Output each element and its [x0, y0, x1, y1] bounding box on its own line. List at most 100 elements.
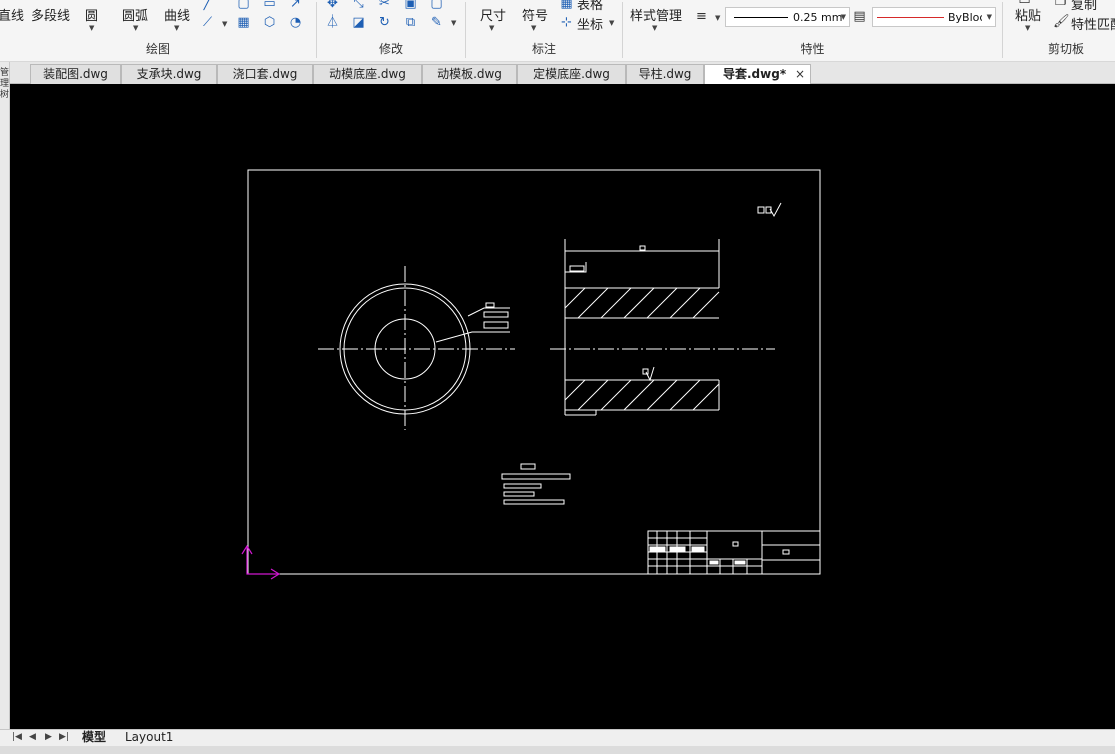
tab-guide-bushing[interactable]: 导套.dwg* ×: [704, 64, 811, 85]
tab-label: 导柱.dwg: [638, 67, 692, 81]
tab-label: 动模板.dwg: [437, 67, 502, 81]
polyline-button[interactable]: 多段线: [31, 5, 70, 24]
management-tree-label: 管理树: [0, 68, 10, 100]
dimension-dropdown-arrow[interactable]: ▼: [489, 24, 494, 32]
block-icon[interactable]: ▭: [262, 0, 277, 11]
coordinate-button[interactable]: 坐标: [577, 14, 603, 33]
ribbon-toolbar: 直线 多段线 圆 ▼ 圆弧 ▼ 曲线 ▼ ╱ ⟋ ▼ ▢ ▦ ▭ ⬡ ↗ ◔ 绘…: [0, 0, 1115, 62]
tab-assembly-drawing[interactable]: 装配图.dwg: [30, 64, 121, 84]
pencil-icon[interactable]: ╱: [200, 0, 215, 11]
ribbon-group-modify: ✥ ⏃ ⤡ ◪ ✂ ↻ ▣ ⧉ ▢ ✎ ▼ 修改: [317, 0, 465, 61]
style-manager-dropdown-arrow[interactable]: ▼: [652, 24, 657, 32]
color-dropdown-arrow: ▼: [986, 13, 992, 21]
curve-button[interactable]: 曲线: [164, 5, 190, 24]
properties-group-label: 特性: [800, 42, 825, 56]
ribbon-group-annotate: 尺寸 ▼ 符号 ▼ ▦ 表格 ⊹ 坐标 ▼ 标注: [466, 0, 622, 61]
title-block: [647, 530, 821, 575]
draw-group-label: 绘图: [145, 42, 170, 56]
circle-button[interactable]: 圆: [85, 5, 98, 24]
cad-application-window: 直线 多段线 圆 ▼ 圆弧 ▼ 曲线 ▼ ╱ ⟋ ▼ ▢ ▦ ▭ ⬡ ↗ ◔ 绘…: [0, 0, 1115, 754]
management-tree-strip[interactable]: 管理树: [0, 62, 10, 730]
lineweight-dropdown[interactable]: 0.25 mm ▼: [725, 7, 850, 27]
tab-label: 动模底座.dwg: [329, 67, 406, 81]
tab-layout1[interactable]: Layout1: [125, 730, 173, 746]
stretch-icon[interactable]: ◪: [351, 15, 366, 30]
lineweight-value: 0.25 mm: [793, 11, 843, 24]
coordinate-icon[interactable]: ⊹: [559, 15, 574, 30]
status-bar: [0, 746, 1115, 754]
ribbon-group-properties: 样式管理 ▼ ≡ ▼ 0.25 mm ▼ ▤ ByBlock ▼ 特性: [623, 0, 1002, 61]
trim-icon[interactable]: ✂: [377, 0, 392, 11]
next-layout-icon[interactable]: ▶: [45, 732, 52, 742]
tab-label: 导套.dwg*: [723, 67, 787, 81]
copy-icon[interactable]: ❐: [1053, 0, 1068, 9]
curve-dropdown-arrow[interactable]: ▼: [174, 24, 179, 32]
close-icon[interactable]: ×: [795, 65, 805, 84]
modify-group-label: 修改: [378, 42, 403, 56]
linetype-dropdown-arrow[interactable]: ▼: [715, 14, 720, 22]
previous-layout-icon[interactable]: ◀: [29, 732, 36, 742]
tab-label: 支承块.dwg: [136, 67, 202, 81]
color-grid-icon[interactable]: ▤: [852, 9, 867, 24]
coordinate-dropdown-arrow[interactable]: ▼: [609, 19, 614, 27]
match-properties-icon[interactable]: 🖌: [1053, 14, 1070, 29]
clipboard-group-label: 剪切板: [1048, 42, 1085, 56]
copy-button[interactable]: 复制: [1071, 0, 1097, 13]
edit-icon[interactable]: ✎: [429, 15, 444, 30]
tab-label: 浇口套.dwg: [232, 67, 298, 81]
color-sample-line: [877, 17, 944, 18]
region-icon[interactable]: ⬡: [262, 15, 277, 30]
offset-icon[interactable]: ⧉: [403, 15, 418, 30]
mirror-icon[interactable]: ⏃: [325, 15, 340, 30]
first-layout-icon[interactable]: |◀: [12, 732, 22, 742]
tab-moving-mold-base[interactable]: 动模底座.dwg: [313, 64, 422, 84]
move-icon[interactable]: ✥: [325, 0, 340, 11]
tab-guide-pillar[interactable]: 导柱.dwg: [626, 64, 704, 84]
fillet-icon[interactable]: ▢: [429, 0, 444, 11]
symbol-dropdown-arrow[interactable]: ▼: [531, 24, 536, 32]
hatch-icon[interactable]: ▦: [236, 15, 251, 30]
construction-line-dropdown-arrow[interactable]: ▼: [222, 20, 227, 28]
ribbon-group-clipboard: ▭ 粘贴 ▼ ❐ 复制 🖌 特性匹配 剪切板: [1003, 0, 1115, 61]
symbol-button[interactable]: 符号: [522, 5, 548, 24]
line-button[interactable]: 直线: [0, 5, 24, 24]
modify-dropdown-arrow[interactable]: ▼: [451, 19, 456, 27]
rotate-icon[interactable]: ↻: [377, 15, 392, 30]
table-icon[interactable]: ▦: [559, 0, 574, 11]
construction-line-icon[interactable]: ⟋: [200, 15, 215, 30]
tab-label: 定模底座.dwg: [533, 67, 610, 81]
arc-dropdown-arrow[interactable]: ▼: [133, 24, 138, 32]
ucs-axis-icon: [241, 544, 281, 580]
tab-model[interactable]: 模型: [82, 730, 106, 746]
front-view-leader-annotations: [435, 302, 510, 343]
revision-cloud-icon[interactable]: ◔: [288, 15, 303, 30]
layout-tab-bar: |◀ ◀ ▶ ▶| 模型 Layout1: [0, 729, 1115, 746]
tab-label: 装配图.dwg: [43, 67, 108, 81]
arc-button[interactable]: 圆弧: [122, 5, 148, 24]
paste-button[interactable]: 粘贴: [1015, 5, 1041, 24]
lineweight-dropdown-arrow: ▼: [840, 13, 846, 21]
tab-fixed-mold-base[interactable]: 定模底座.dwg: [517, 64, 626, 84]
color-dropdown[interactable]: ByBlock ▼: [872, 7, 996, 27]
tab-sprue-bushing[interactable]: 浇口套.dwg: [217, 64, 313, 84]
linetype-list-icon[interactable]: ≡: [694, 9, 709, 24]
arrow-icon[interactable]: ↗: [288, 0, 303, 11]
tab-moving-mold-plate[interactable]: 动模板.dwg: [422, 64, 517, 84]
drawing-canvas[interactable]: [10, 84, 1115, 729]
match-properties-button[interactable]: 特性匹配: [1071, 14, 1115, 33]
ribbon-group-draw: 直线 多段线 圆 ▼ 圆弧 ▼ 曲线 ▼ ╱ ⟋ ▼ ▢ ▦ ▭ ⬡ ↗ ◔ 绘…: [0, 0, 316, 61]
style-manager-button[interactable]: 样式管理: [630, 5, 682, 24]
table-button[interactable]: 表格: [577, 0, 603, 13]
array-icon[interactable]: ▣: [403, 0, 418, 11]
last-layout-icon[interactable]: ▶|: [59, 732, 69, 742]
rectangle-icon[interactable]: ▢: [236, 0, 251, 11]
dimension-button[interactable]: 尺寸: [480, 5, 506, 24]
paste-dropdown-arrow[interactable]: ▼: [1025, 24, 1030, 32]
circle-dropdown-arrow[interactable]: ▼: [89, 24, 94, 32]
technical-requirements-note: [501, 463, 571, 505]
surface-roughness-mark: [757, 202, 782, 218]
drawing-border-frame: [247, 169, 821, 575]
lineweight-sample-line: [734, 17, 788, 18]
scale-icon[interactable]: ⤡: [351, 0, 366, 11]
tab-support-block[interactable]: 支承块.dwg: [121, 64, 217, 84]
